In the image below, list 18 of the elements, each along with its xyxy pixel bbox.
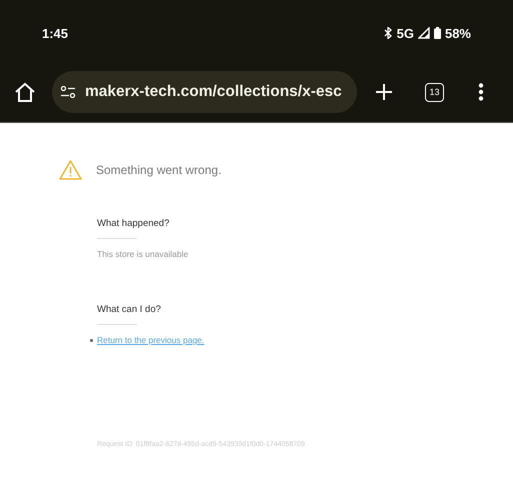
address-bar[interactable]: makerx-tech.com/collections/x-esc <box>52 71 357 113</box>
network-label: 5G <box>396 26 414 40</box>
battery-percent: 58% <box>444 26 471 40</box>
new-tab-icon[interactable] <box>375 83 393 101</box>
site-settings-icon <box>60 86 76 98</box>
status-time: 1:45 <box>42 26 68 40</box>
signal-icon <box>418 27 430 39</box>
warning-icon <box>59 160 82 180</box>
menu-icon[interactable] <box>478 83 484 101</box>
section-heading: What can I do? <box>97 304 162 315</box>
battery-icon <box>434 27 441 39</box>
explanation-text: This store is unavailable <box>97 249 190 259</box>
bluetooth-icon <box>384 27 393 39</box>
home-icon[interactable] <box>14 82 36 102</box>
bullet-icon <box>90 338 93 342</box>
error-title: Something went wrong. <box>96 163 222 177</box>
tab-switcher-button[interactable]: 13 <box>425 82 444 102</box>
section-heading: What happened? <box>97 218 170 229</box>
